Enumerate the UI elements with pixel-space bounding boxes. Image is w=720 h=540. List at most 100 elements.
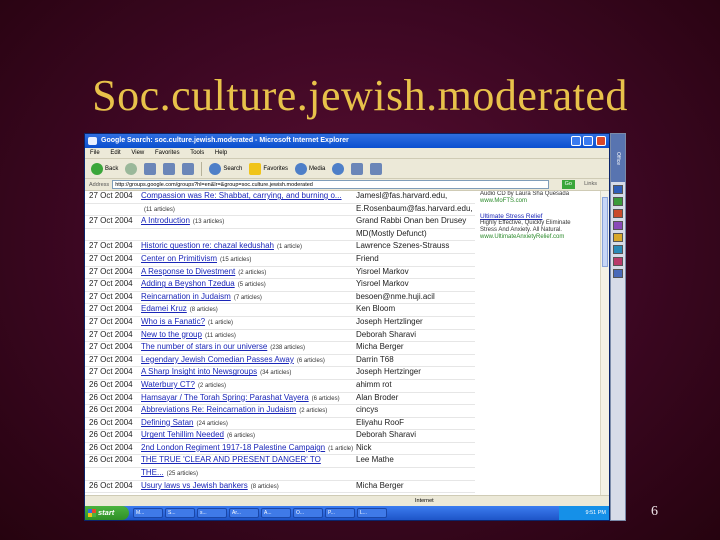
thread-subject-cell: THE... (25 articles) [141,468,353,480]
thread-list: 27 Oct 2004 Compassion was Re: Shabbat, c… [85,191,475,494]
history-button[interactable] [330,162,346,175]
maximize-icon[interactable] [583,136,593,146]
thread-subject-link[interactable]: Legendary Jewish Comedian Passes Away [141,355,294,364]
thread-subject-link[interactable]: THE TRUE 'CLEAR AND PRESENT DANGER' TO [141,455,321,464]
office-app-icon[interactable] [613,245,623,254]
thread-subject-link[interactable]: Waterbury CT? [141,380,195,389]
thread-subject-link[interactable]: Edamei Kruz [141,304,187,313]
thread-subject-link[interactable]: Compassion was Re: Shabbat, carrying, an… [141,191,342,200]
links-label[interactable]: Links [584,180,597,189]
ad-block[interactable]: Audio CD by Laura Sha Quesada www.MoFTS.… [480,191,600,205]
status-zone: Internet [415,498,434,504]
thread-subject-link[interactable]: A Response to Divestment [141,267,235,276]
taskbar-item[interactable]: Ar... [229,508,259,518]
print-button[interactable] [368,162,384,175]
office-panel-label: Office [611,134,625,182]
stop-button[interactable] [142,162,158,175]
thread-subject-link[interactable]: A Sharp Insight into Newsgroups [141,367,257,376]
mail-button[interactable] [349,162,365,175]
thread-row: 27 Oct 2004 Edamei Kruz (8 articles) Ken Bl… [85,304,475,317]
forward-button[interactable] [123,162,139,175]
taskbar-item[interactable]: S... [165,508,195,518]
menu-view[interactable]: View [131,150,144,156]
office-app-icon[interactable] [613,197,623,206]
thread-date: 26 Oct 2004 [89,405,133,415]
article-count: (25 articles) [166,471,199,478]
thread-subject-cell: Historic question re: chazal kedushah (1 … [141,241,353,253]
go-button[interactable]: Go [561,180,575,189]
thread-subject-link[interactable]: Abbreviations Re: Reincarnation in Judai… [141,405,296,414]
menu-tools[interactable]: Tools [190,150,204,156]
back-button[interactable]: Back [89,162,120,175]
media-button[interactable]: Media [293,162,327,175]
thread-subject-link[interactable]: 2nd London Regiment 1917-18 Palestine Ca… [141,443,325,452]
thread-date [85,468,141,480]
article-count: (2 articles) [238,269,267,276]
thread-subject-link[interactable]: Hamsayar / The Torah Spring: Parashat Va… [141,393,309,402]
back-label: Back [105,165,119,172]
office-app-icon[interactable] [613,233,623,242]
thread-row: 27 Oct 2004 Reincarnation in Judaism (7 ar… [85,292,475,305]
taskbar-item[interactable]: P... [325,508,355,518]
window-titlebar[interactable]: Google Search: soc.culture.jewish.modera… [85,134,609,148]
toolbar-divider [201,161,203,176]
start-button[interactable]: start [85,506,129,520]
taskbar-item[interactable]: s... [197,508,227,518]
ad-block[interactable]: Ultimate Stress Relief Highly Effective,… [480,213,600,241]
favorites-button[interactable]: Favorites [247,162,290,175]
thread-row: 27 Oct 2004 A Introduction (13 articles) Gr… [85,216,475,229]
thread-date: 27 Oct 2004 [89,291,133,301]
thread-subject-cell: Reincarnation in Judaism (7 articles) [141,292,353,304]
taskbar-item[interactable]: O... [293,508,323,518]
address-input[interactable]: http://groups.google.com/groups?hl=en&lr… [112,180,549,189]
menu-file[interactable]: File [90,150,100,156]
thread-subject-link[interactable]: Defining Satan [141,418,193,427]
scrollbar-thumb[interactable] [602,197,608,267]
start-label: start [98,508,115,517]
article-count: (1 article) [328,445,353,452]
thread-author: cincys [356,405,379,415]
taskbar-item[interactable]: A... [261,508,291,518]
thread-row: MD(Mostly Defunct) [85,229,475,242]
thread-subject-link[interactable]: Who is a Fanatic? [141,317,205,326]
office-app-icon[interactable] [613,209,623,218]
search-button[interactable]: Search [207,162,244,175]
thread-subject-link[interactable]: Reincarnation in Judaism [141,292,231,301]
office-app-icon[interactable] [613,257,623,266]
thread-subject-link[interactable]: Urgent Tehillim Needed [141,430,224,439]
thread-subject-link[interactable]: Center on Primitivism [141,254,217,263]
ad-url[interactable]: www.MoFTS.com [480,198,600,205]
close-icon[interactable] [596,136,606,146]
thread-subject-cell: A Response to Divestment (2 articles) [141,267,353,279]
taskbar-item[interactable]: L... [357,508,387,518]
menu-favorites[interactable]: Favorites [155,150,180,156]
ad-title[interactable]: Ultimate Stress Relief [480,213,600,220]
thread-author: Jamesl@fas.harvard.edu, [356,191,448,200]
thread-subject-link[interactable]: Usury laws vs Jewish bankers [141,481,248,490]
vertical-scrollbar[interactable] [600,191,609,497]
thread-subject-link[interactable]: Adding a Beyshon Tzedua [141,279,235,288]
thread-subject-link[interactable]: New to the group [141,330,202,339]
thread-subject-link[interactable]: THE... [141,468,164,477]
favorites-label: Favorites [263,165,289,172]
thread-subject-link[interactable]: A Introduction [141,216,190,225]
page-content: 27 Oct 2004 Compassion was Re: Shabbat, c… [85,191,609,497]
thread-subject-link[interactable]: The number of stars in our universe [141,342,267,351]
office-app-icon[interactable] [613,269,623,278]
menu-help[interactable]: Help [215,150,227,156]
minimize-icon[interactable] [571,136,581,146]
taskbar-item[interactable]: M... [133,508,163,518]
thread-subject-link[interactable]: Historic question re: chazal kedushah [141,241,274,250]
thread-author: Lawrence Szenes-Strauss [356,241,450,251]
home-icon [182,162,195,175]
menu-edit[interactable]: Edit [110,150,120,156]
thread-date: 26 Oct 2004 [89,417,133,427]
office-app-icon[interactable] [613,221,623,230]
refresh-button[interactable] [161,162,177,175]
office-app-icon[interactable] [613,185,623,194]
ad-url[interactable]: www.UltimateAnxietyRelief.com [480,234,600,241]
thread-row: 26 Oct 2004 Abbreviations Re: Reincarnati… [85,405,475,418]
article-count: (1 article) [276,244,302,251]
home-button[interactable] [180,162,196,175]
search-label: Search [223,165,243,172]
